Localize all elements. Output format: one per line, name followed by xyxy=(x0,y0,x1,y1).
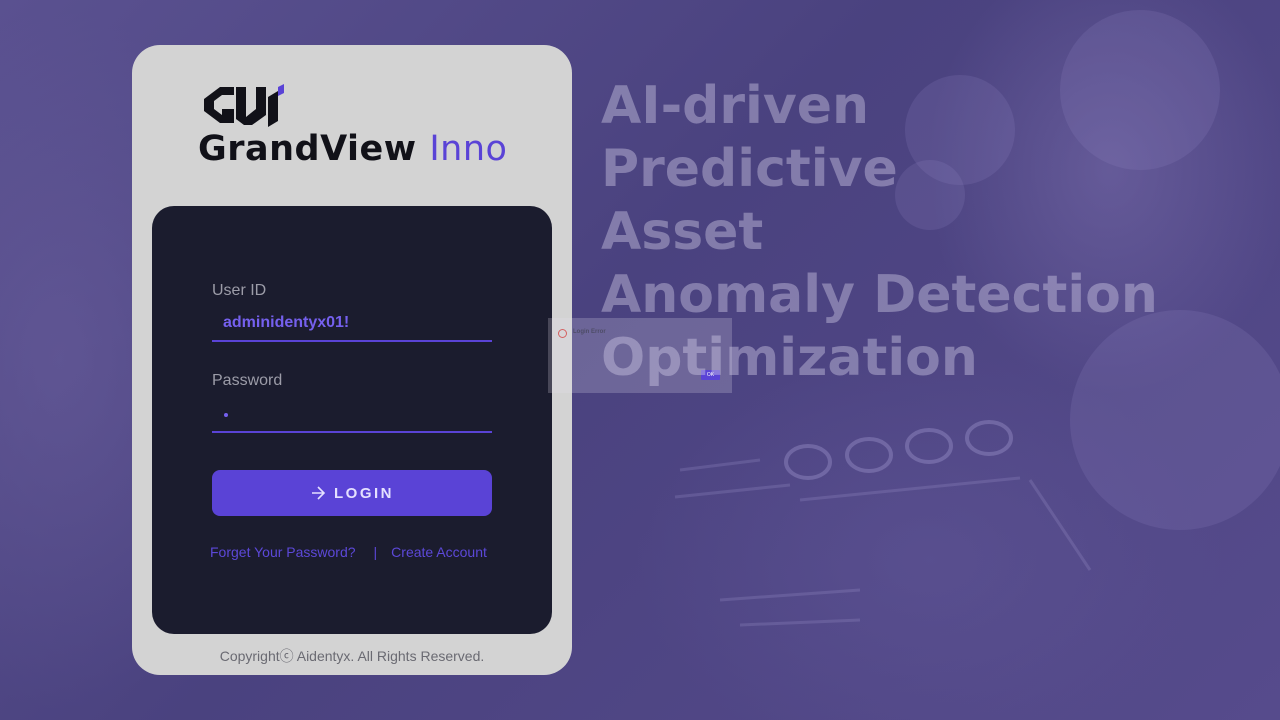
brand-name-main: GrandView xyxy=(198,129,417,169)
hero-line-2: Predictive xyxy=(601,139,898,199)
error-icon xyxy=(558,329,567,338)
user-id-label: User ID xyxy=(212,282,267,299)
gwi-logo-icon xyxy=(204,84,284,127)
brand-name-accent: Inno xyxy=(429,129,508,169)
password-mask-dot xyxy=(224,413,228,417)
hero-line-4: Anomaly Detection xyxy=(601,265,1158,325)
arrow-right-icon xyxy=(312,486,326,500)
login-panel: User ID adminidentyx01! Password LOGIN F… xyxy=(152,206,552,634)
login-card: GrandView Inno User ID adminidentyx01! P… xyxy=(132,45,572,675)
user-id-input[interactable]: adminidentyx01! xyxy=(212,310,492,342)
hero-line-1: AI-driven xyxy=(601,76,870,136)
forgot-password-link[interactable]: Forget Your Password? xyxy=(210,544,356,560)
password-input[interactable] xyxy=(212,401,492,433)
brand-name: GrandView Inno xyxy=(198,129,507,169)
user-id-value[interactable]: adminidentyx01! xyxy=(223,314,349,332)
create-account-link[interactable]: Create Account xyxy=(391,544,487,560)
hero-headline: AI-driven Predictive Asset Anomaly Detec… xyxy=(601,75,1158,390)
login-button-label: LOGIN xyxy=(334,484,394,502)
copyright-text: Copyrightⓒ Aidentyx. All Rights Reserved… xyxy=(219,648,485,664)
hero-line-5: Optimization xyxy=(601,328,978,388)
password-label: Password xyxy=(212,372,283,389)
login-button[interactable]: LOGIN xyxy=(212,470,492,516)
hero-line-3: Asset xyxy=(601,202,764,262)
link-separator: | xyxy=(373,544,378,560)
auth-links: Forget Your Password? | Create Account xyxy=(210,544,487,564)
